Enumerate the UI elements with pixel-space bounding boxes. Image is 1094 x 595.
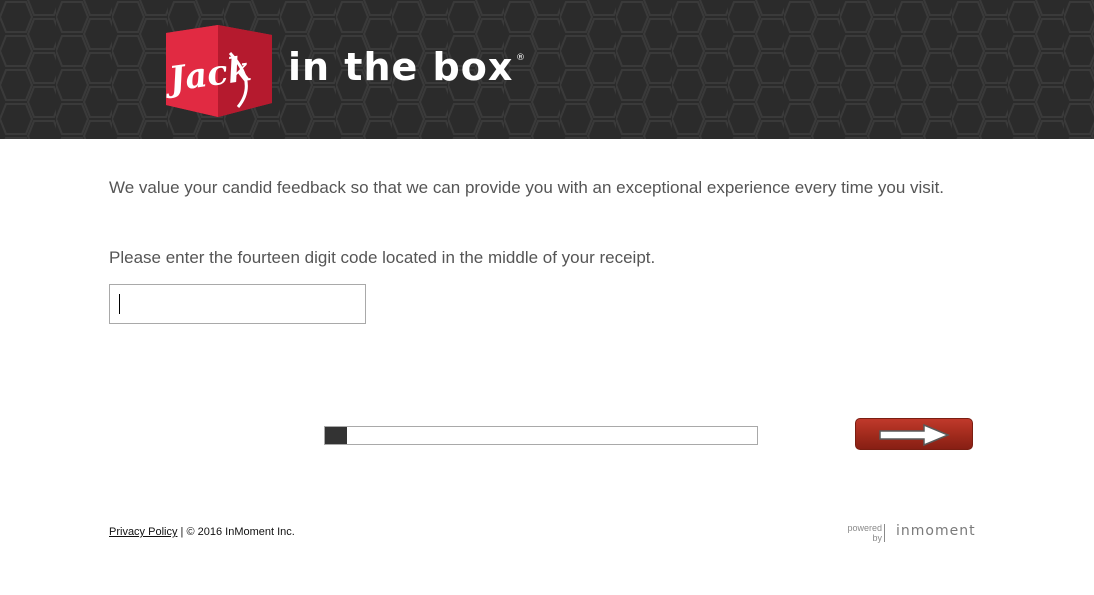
intro-text: We value your candid feedback so that we… xyxy=(109,178,945,197)
logo-wordmark: in the box xyxy=(288,45,514,89)
progress-bar-fill xyxy=(325,427,347,444)
by-text: by xyxy=(872,533,882,543)
next-button[interactable] xyxy=(855,418,973,450)
footer-legal: Privacy Policy | © 2016 InMoment Inc. xyxy=(109,526,295,538)
right-arrow-icon xyxy=(879,423,950,447)
progress-bar xyxy=(324,426,758,445)
header-banner: Jack in the box ® xyxy=(0,0,1094,139)
receipt-code-input[interactable] xyxy=(109,284,366,324)
inmoment-brand: inmoment xyxy=(896,523,976,539)
text-caret xyxy=(119,294,120,314)
powered-by-label: powered by xyxy=(838,523,882,543)
code-prompt: Please enter the fourteen digit code loc… xyxy=(109,248,656,267)
powered-text: powered xyxy=(847,523,882,533)
copyright-text: © 2016 InMoment Inc. xyxy=(186,526,295,538)
footer-separator: | xyxy=(180,526,184,538)
privacy-policy-link[interactable]: Privacy Policy xyxy=(109,526,177,538)
powered-divider xyxy=(884,524,885,542)
jack-logo-cube: Jack xyxy=(161,25,272,117)
registered-mark: ® xyxy=(516,53,525,63)
